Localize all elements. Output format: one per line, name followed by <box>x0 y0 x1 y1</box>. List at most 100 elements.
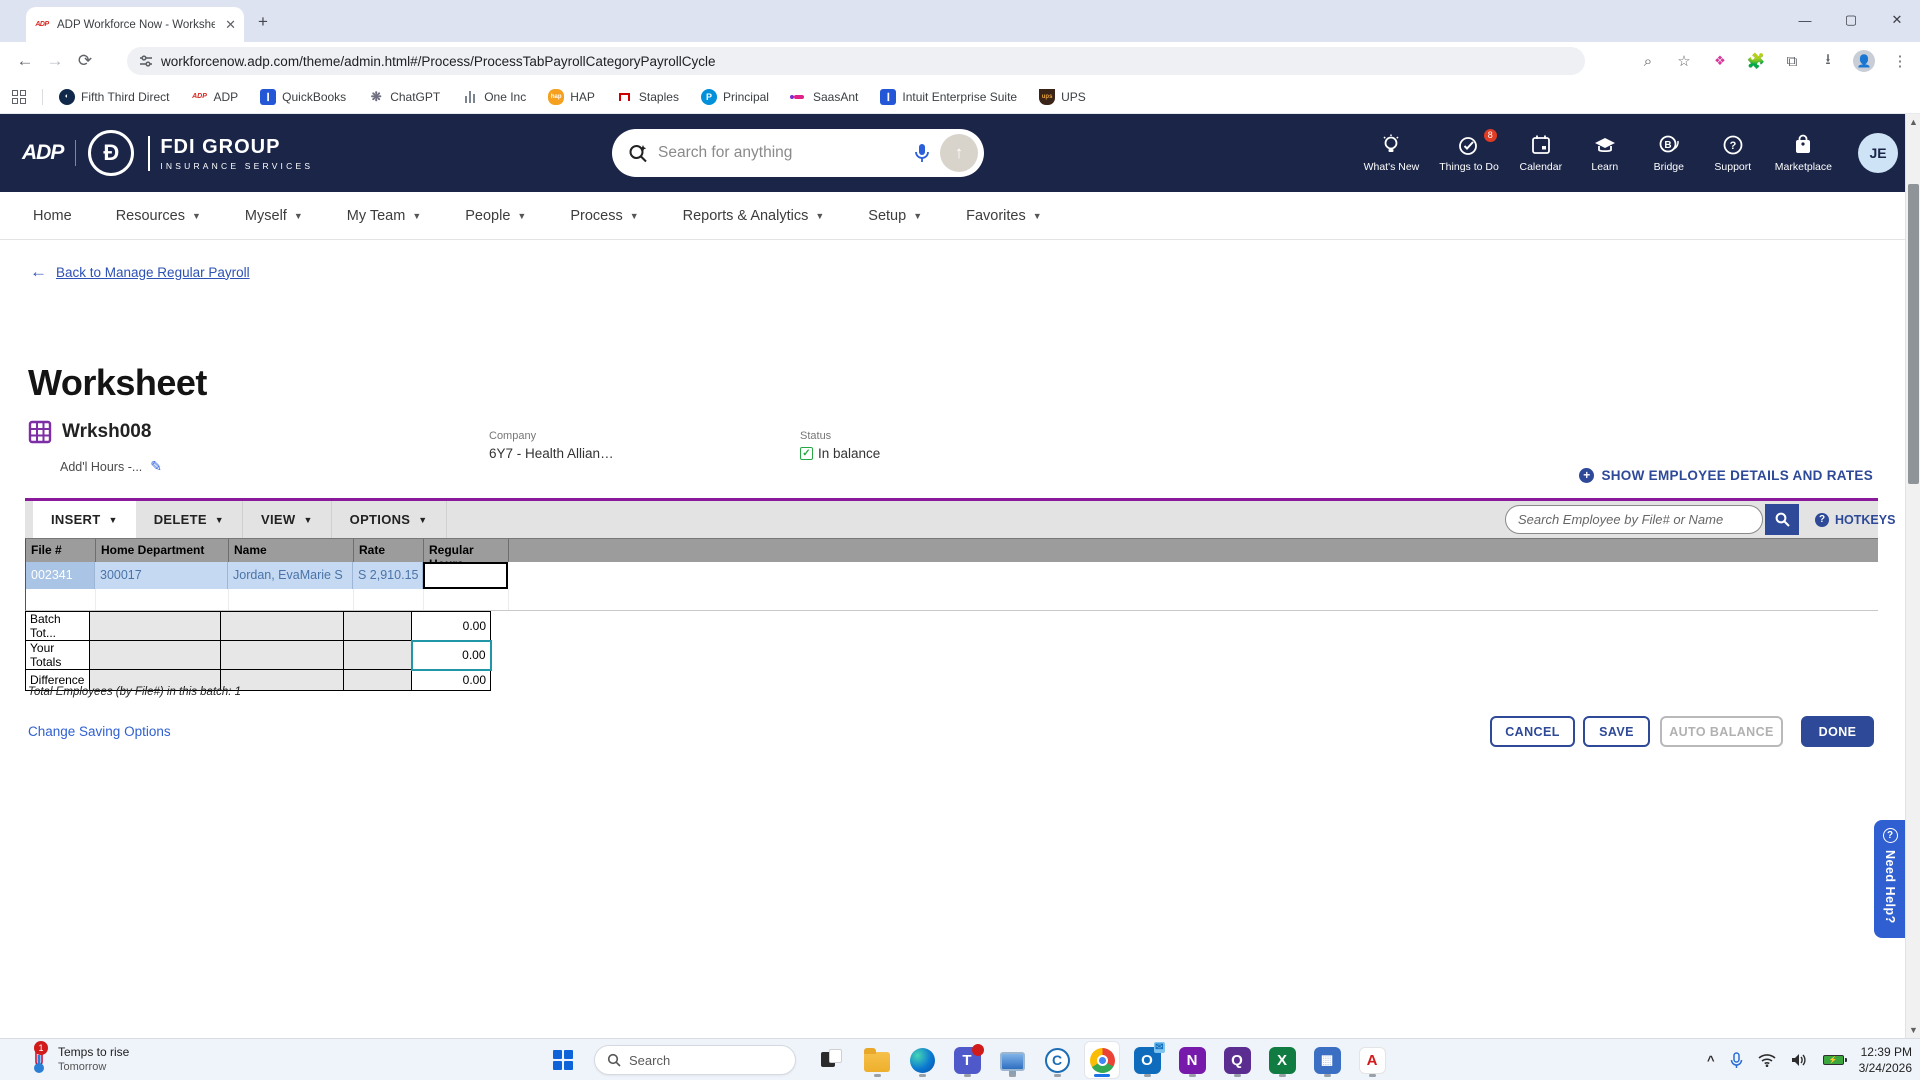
acrobat-icon[interactable]: A <box>1355 1042 1389 1078</box>
employee-search[interactable] <box>1505 505 1763 534</box>
global-search-input[interactable] <box>658 144 904 162</box>
taskbar-search[interactable] <box>594 1045 796 1075</box>
nav-home[interactable]: Home <box>33 208 72 224</box>
things-to-do-button[interactable]: 8 Things to Do <box>1439 128 1499 173</box>
edit-pencil-icon[interactable]: ✎ <box>150 458 162 475</box>
extensions-puzzle-icon[interactable]: 🧩 <box>1742 47 1770 75</box>
user-avatar[interactable]: JE <box>1858 133 1898 173</box>
bookmark-ups[interactable]: ups UPS <box>1039 88 1086 105</box>
close-button[interactable]: ✕ <box>1874 0 1920 40</box>
bookmark-hap[interactable]: hap HAP <box>548 88 595 105</box>
profile-avatar-icon[interactable]: 👤 <box>1850 47 1878 75</box>
browser-tab[interactable]: ADP ADP Workforce Now - Workshe ✕ <box>26 7 244 42</box>
nav-reports-analytics[interactable]: Reports & Analytics ▼ <box>683 208 825 224</box>
minimize-button[interactable]: — <box>1782 0 1828 40</box>
excel-icon[interactable]: X <box>1265 1042 1299 1078</box>
start-button[interactable] <box>553 1050 573 1070</box>
site-settings-icon[interactable] <box>139 54 153 68</box>
bookmark-staples[interactable]: Staples <box>617 89 679 105</box>
task-view-icon[interactable] <box>815 1042 849 1078</box>
nav-favorites[interactable]: Favorites ▼ <box>966 208 1042 224</box>
wifi-icon[interactable] <box>1758 1053 1776 1067</box>
bookmark-intuit[interactable]: ❙ Intuit Enterprise Suite <box>880 88 1017 105</box>
bookmark-chatgpt[interactable]: ❋ ChatGPT <box>368 89 440 105</box>
your-totals-value[interactable]: 0.00 <box>410 639 492 671</box>
apps-grid-icon[interactable] <box>12 89 26 104</box>
hidden-icons-chevron[interactable]: ^ <box>1707 1053 1715 1068</box>
weather-widget[interactable]: 1 Temps to rise Tomorrow <box>28 1041 129 1075</box>
bookmark-saasant[interactable]: SaasAnt <box>789 89 858 105</box>
search-submit-button[interactable]: ↑ <box>940 134 978 172</box>
scroll-up-icon[interactable]: ▲ <box>1906 117 1920 127</box>
view-menu-button[interactable]: VIEW ▼ <box>243 501 332 538</box>
bookmark-one-inc[interactable]: One Inc <box>462 89 526 105</box>
quickbooks-tool-icon[interactable]: Q <box>1220 1042 1254 1078</box>
employee-search-button[interactable] <box>1765 504 1799 535</box>
change-saving-options-link[interactable]: Change Saving Options <box>28 724 171 739</box>
calendar-button[interactable]: Calendar <box>1519 134 1563 173</box>
new-tab-button[interactable]: + <box>258 12 268 32</box>
bookmark-star-icon[interactable]: ☆ <box>1670 47 1698 75</box>
nav-process[interactable]: Process ▼ <box>570 208 638 224</box>
volume-icon[interactable] <box>1791 1053 1808 1067</box>
cell-name[interactable]: Jordan, EvaMarie S <box>228 562 353 589</box>
back-icon[interactable]: ← <box>10 51 40 71</box>
hotkeys-button[interactable]: ? HOTKEYS <box>1815 501 1895 538</box>
save-button[interactable]: SAVE <box>1583 716 1650 747</box>
maximize-button[interactable]: ▢ <box>1828 0 1874 40</box>
bookmark-fifth-third[interactable]: ◐ Fifth Third Direct <box>59 88 169 105</box>
zoom-icon[interactable]: ⌕ <box>1634 47 1662 75</box>
show-employee-details-link[interactable]: + SHOW EMPLOYEE DETAILS AND RATES <box>1579 468 1873 483</box>
bookmark-quickbooks[interactable]: ❙ QuickBooks <box>260 88 346 105</box>
microphone-icon[interactable] <box>914 143 930 163</box>
nav-people[interactable]: People ▼ <box>465 208 526 224</box>
scroll-down-icon[interactable]: ▼ <box>1906 1025 1920 1035</box>
refresh-icon[interactable]: ⟳ <box>70 51 100 71</box>
learn-button[interactable]: Learn <box>1583 134 1627 173</box>
downloads-icon[interactable]: ⭳ <box>1814 47 1842 75</box>
remote-desktop-icon[interactable] <box>995 1042 1029 1078</box>
taskbar-clock[interactable]: 12:39 PM 3/24/2026 <box>1859 1044 1912 1076</box>
tab-close-icon[interactable]: ✕ <box>225 17 236 33</box>
page-scrollbar[interactable]: ▲ ▼ <box>1905 114 1920 1038</box>
done-button[interactable]: DONE <box>1801 716 1874 747</box>
teams-icon[interactable]: T <box>950 1042 984 1078</box>
options-menu-button[interactable]: OPTIONS ▼ <box>332 501 447 538</box>
nav-my-team[interactable]: My Team ▼ <box>347 208 421 224</box>
scrollbar-thumb[interactable] <box>1908 184 1919 484</box>
need-help-tab[interactable]: ? Need Help? <box>1874 820 1906 938</box>
whats-new-button[interactable]: What's New <box>1364 134 1419 173</box>
file-explorer-icon[interactable] <box>860 1042 894 1078</box>
calculator-icon[interactable]: ▦ <box>1310 1042 1344 1078</box>
pink-extension-icon[interactable]: ❖ <box>1706 47 1734 75</box>
address-bar[interactable]: workforcenow.adp.com/theme/admin.html#/P… <box>127 47 1585 75</box>
bridge-button[interactable]: B Bridge <box>1647 134 1691 173</box>
delete-menu-button[interactable]: DELETE ▼ <box>136 501 244 538</box>
cancel-button[interactable]: CANCEL <box>1490 716 1575 747</box>
cell-home-department[interactable]: 300017 <box>95 562 228 589</box>
back-to-manage-payroll-link[interactable]: ← Back to Manage Regular Payroll <box>30 262 250 282</box>
browser-tasks-icon[interactable]: ⧉ <box>1778 47 1806 75</box>
bookmark-principal[interactable]: P Principal <box>700 88 769 105</box>
edge-icon[interactable] <box>905 1042 939 1078</box>
marketplace-button[interactable]: Marketplace <box>1775 134 1832 173</box>
employee-search-input[interactable] <box>1518 512 1750 527</box>
global-search[interactable]: ↑ <box>612 129 984 177</box>
insert-menu-button[interactable]: INSERT ▼ <box>33 501 136 538</box>
nav-myself[interactable]: Myself ▼ <box>245 208 303 224</box>
microphone-tray-icon[interactable] <box>1730 1051 1743 1069</box>
nav-setup[interactable]: Setup ▼ <box>868 208 922 224</box>
citrix-icon[interactable]: C <box>1040 1042 1074 1078</box>
cell-regular-hours-input[interactable] <box>423 562 508 589</box>
taskbar-search-input[interactable] <box>629 1052 759 1068</box>
forward-icon[interactable]: → <box>40 51 70 71</box>
support-button[interactable]: ? Support <box>1711 134 1755 173</box>
browser-menu-icon[interactable]: ⋮ <box>1886 47 1914 75</box>
chrome-icon[interactable] <box>1085 1042 1119 1078</box>
battery-icon[interactable]: ⚡ <box>1822 1055 1847 1065</box>
onenote-icon[interactable]: N <box>1175 1042 1209 1078</box>
cell-file-number[interactable]: 002341 <box>25 562 95 589</box>
bookmark-adp[interactable]: ADP ADP <box>191 89 238 105</box>
cell-rate[interactable]: S 2,910.15 <box>353 562 423 589</box>
nav-resources[interactable]: Resources ▼ <box>116 208 201 224</box>
